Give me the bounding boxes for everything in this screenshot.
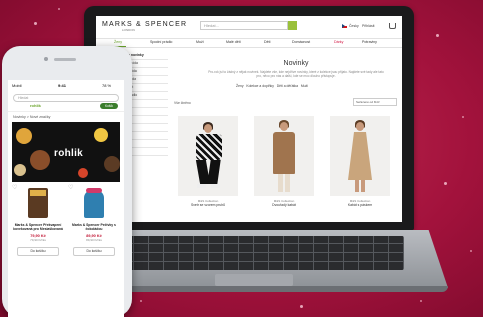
product-name[interactable]: Kabát s páskem [330,203,390,207]
category-link[interactable]: Muži [301,84,308,88]
category-link[interactable]: Kolekce a doplňky [246,84,274,88]
product-card[interactable]: M&S Collection Dvouřadý kabát [254,116,314,207]
phone-screen: Mobil 9:41 78 % Hledat rohlik Košík Novi… [8,80,124,317]
product-card[interactable]: M&S Collection Kabát s páskem [330,116,390,207]
product-image[interactable] [254,116,314,196]
add-to-cart-button[interactable]: Do košíku [17,247,59,256]
product-image[interactable] [330,116,390,196]
carrier-label: Mobil [12,83,22,88]
product-name[interactable]: Dvouřadý kabát [254,203,314,207]
sparkle [34,22,37,25]
sparkle [300,305,303,308]
nav-item-zeny[interactable]: Ženy [114,40,122,44]
clock: 9:41 [58,83,67,88]
product-image[interactable] [68,186,120,220]
product-unit-price: 89,90 Kč/ks [86,238,102,242]
nav-item-male-deti[interactable]: Malé děti [226,40,241,44]
product-card[interactable]: ♡ Marks & Spencer Překvapení kovekovaná … [12,185,64,256]
laptop-trackpad [215,274,293,286]
product-card[interactable]: M&S Collection Svetr se vzorem pruhů [178,116,238,207]
site-header: MARKS & SPENCER LONDON Hledat... Česky P… [96,16,402,39]
sparkle [420,300,422,302]
filter-label[interactable]: Vše činěno [174,101,191,105]
nav-item-potraviny[interactable]: Potraviny [362,40,377,44]
battery-label: 78 % [102,83,112,88]
search-input[interactable]: Hledat... [200,21,288,30]
laptop-keyboard-rows [104,236,404,270]
category-link[interactable]: Ženy [236,84,244,88]
site-logo-sub: LONDON [122,28,135,32]
product-image[interactable] [178,116,238,196]
page-description: Pro-rok jsi to žádný z nějak novinek. Na… [208,70,384,78]
product-name[interactable]: Svetr se vzorem pruhů [178,203,238,207]
search-input[interactable]: Hledat [13,94,119,102]
login-link[interactable]: Přihlásit [362,24,374,28]
product-card[interactable]: ♡ Marks & Spencer Pečivky s čokoládou 89… [68,185,120,256]
nav-item-pradlo[interactable]: Spodní prádlo [150,40,172,44]
product-image[interactable] [12,186,64,220]
language-link[interactable]: Česky [349,24,359,28]
cart-button[interactable]: Košík [100,103,118,109]
sparkle [140,300,142,302]
add-to-cart-button[interactable]: Do košíku [73,247,115,256]
banner-title: rohlik [54,148,84,159]
category-links: Ženy Kolekce a doplňky Děti a děťátka Mu… [236,84,308,88]
language-flag-icon[interactable] [342,24,347,28]
main-nav: Ženy Spodní prádlo Muži Malé děti Děti D… [96,38,402,48]
sparkle [444,182,447,185]
site-logo[interactable]: MARKS & SPENCER [102,21,187,28]
nav-item-muzi[interactable]: Muži [196,40,204,44]
search-button[interactable] [288,21,297,30]
product-name[interactable]: Marks & Spencer Překvapení kovekovaná pr… [12,223,64,231]
breadcrumb[interactable]: Novinky > Nové značky [8,112,124,122]
page-title: Novinky [283,60,309,67]
sparkle [470,250,472,252]
nav-item-darky[interactable]: Dárky [334,40,343,44]
sparkle [58,8,60,10]
app-logo[interactable]: rohlik [30,103,41,108]
phone-speaker [54,58,76,61]
app-header: Hledat rohlik Košík [8,91,124,112]
nav-item-deti[interactable]: Děti [264,40,270,44]
sparkle [436,34,439,37]
status-bar: Mobil 9:41 78 % [8,80,124,91]
product-name[interactable]: Marks & Spencer Pečivky s čokoládou [68,223,120,231]
product-unit-price: 79,90 Kč/ks [30,238,46,242]
laptop-screen: MARKS & SPENCER LONDON Hledat... Česky P… [96,16,402,222]
sort-select[interactable]: Seřazené od M-R [353,98,397,106]
promo-banner[interactable]: rohlik [12,122,120,182]
phone-camera [44,57,48,61]
cart-icon[interactable] [389,23,396,29]
product-grid: ♡ Marks & Spencer Překvapení kovekovaná … [8,182,124,302]
category-link[interactable]: Děti a děťátka [277,84,298,88]
sparkle [462,116,464,118]
nav-item-domacnost[interactable]: Domácnost [292,40,310,44]
